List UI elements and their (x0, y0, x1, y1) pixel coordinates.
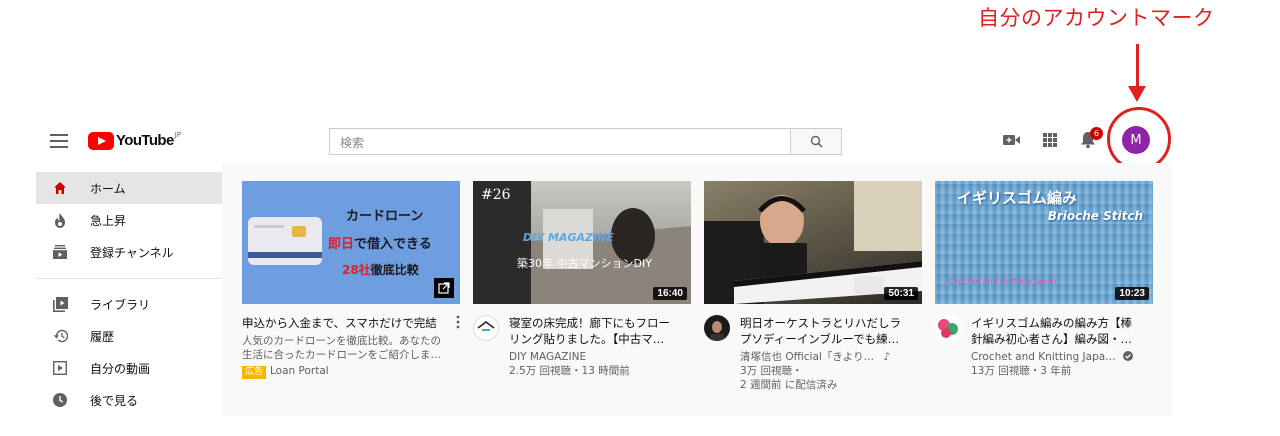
channel-row: 清塚信也 Official「きより… ♪ (740, 350, 901, 364)
external-link-icon[interactable] (434, 278, 454, 298)
thumb-text-line2: 即日で借入できる (328, 233, 432, 252)
ad-badge: 広告 (242, 366, 267, 379)
video-stats: 3万 回視聴・ (740, 365, 803, 377)
annotation-arrow-head (1128, 86, 1146, 102)
video-thumbnail[interactable]: #26 DIY MAGAZINE 築30年 中古マンションDIY 16:40 (473, 181, 691, 304)
sidebar-item-label: 履歴 (90, 329, 115, 344)
sidebar-item-label: 後で見る (90, 393, 139, 408)
video-meta: 寝室の床完成！廊下にもフロー リング貼りました。【中古マ… DIY MAGAZI… (473, 315, 691, 378)
video-meta: 明日オーケストラとリハだしラ プソディーインブルーでも練… 清塚信也 Offic… (704, 315, 922, 392)
video-card[interactable]: イギリスゴム編み Brioche Stitch Crochet and Knit… (935, 181, 1153, 378)
watch-later-icon (52, 392, 68, 408)
sidebar-divider (36, 278, 222, 279)
video-stats: 13万 回視聴・3 年前 (971, 365, 1072, 377)
video-title[interactable]: 明日オーケストラとリハだしラ (740, 315, 901, 331)
channel-avatar[interactable] (935, 315, 961, 341)
video-thumbnail[interactable]: イギリスゴム編み Brioche Stitch Crochet and Knit… (935, 181, 1153, 304)
history-icon (52, 328, 68, 344)
thumb-title: イギリスゴム編み (957, 189, 1078, 207)
library-icon (52, 296, 68, 312)
video-thumbnail[interactable]: カードローン 即日で借入できる 28社徹底比較 (242, 181, 460, 304)
youtube-play-icon (88, 132, 114, 150)
sidebar-item-subscriptions[interactable]: 登録チャンネル (36, 236, 222, 268)
sidebar-item-label: 自分の動画 (90, 361, 151, 376)
video-card-ad[interactable]: カードローン 即日で借入できる 28社徹底比較 申込から入金まで、スマホだけで完… (242, 181, 460, 379)
logo-region: JP (174, 131, 182, 139)
logo-text: YouTube (116, 132, 174, 149)
sidebar-item-label: ライブラリ (90, 297, 151, 312)
video-title[interactable]: 寝室の床完成！廊下にもフロー (509, 315, 670, 331)
thumb-caption: 築30年 中古マンションDIY (517, 257, 652, 270)
menu-icon[interactable] (50, 134, 68, 148)
video-duration: 50:31 (884, 287, 918, 300)
thumb-footer: Crochet and Knitting Japan (949, 277, 1057, 286)
video-card[interactable]: #26 DIY MAGAZINE 築30年 中古マンションDIY 16:40 寝… (473, 181, 691, 378)
search-button[interactable] (790, 128, 842, 155)
channel-name[interactable]: Crochet and Knitting Japa… (971, 351, 1116, 363)
create-video-icon[interactable] (1003, 134, 1020, 146)
video-title-cont[interactable]: 針編み初心者さん】編み図・… (971, 331, 1133, 347)
notification-count-badge: 6 (1090, 127, 1103, 140)
verified-badge-icon (1123, 351, 1134, 361)
sidebar-item-your-videos[interactable]: 自分の動画 (36, 352, 222, 384)
channel-avatar[interactable] (473, 315, 499, 341)
channel-avatar[interactable] (704, 315, 730, 341)
video-title-cont[interactable]: プソディーインブルーでも練… (740, 331, 901, 347)
thumb-subtitle: Brioche Stitch (1047, 209, 1143, 223)
video-title[interactable]: 申込から入金まで、スマホだけで完結 (242, 315, 442, 331)
sidebar-item-home[interactable]: ホーム (36, 172, 222, 204)
subscriptions-icon (52, 244, 68, 260)
sidebar-item-library[interactable]: ライブラリ (36, 288, 222, 320)
video-meta: イギリスゴム編みの編み方【棒 針編み初心者さん】編み図・… Crochet an… (935, 315, 1153, 378)
music-note-icon: ♪ (883, 351, 891, 363)
annotation-arrow (1136, 44, 1139, 88)
sidebar-item-trending[interactable]: 急上昇 (36, 204, 222, 236)
annotation-label: 自分のアカウントマーク (978, 6, 1215, 30)
ad-description: 人気のカードローンを徹底比較。あなたの (242, 335, 441, 347)
thumb-text: カードローン (346, 209, 424, 224)
thumb-text: 徹底比較 (370, 263, 419, 277)
thumb-brand: DIY MAGAZINE (523, 231, 614, 244)
more-options-icon[interactable] (456, 315, 460, 329)
video-thumbnail[interactable]: 50:31 (704, 181, 922, 304)
thumb-text-line3: 28社徹底比較 (342, 261, 419, 278)
video-meta: 申込から入金まで、スマホだけで完結 人気のカードローンを徹底比較。あなたの 生活… (242, 315, 460, 379)
thumb-text: で借入できる (354, 237, 432, 252)
video-card[interactable]: 50:31 明日オーケストラとリハだしラ プソディーインブルーでも練… 清塚信也… (704, 181, 922, 392)
ad-description: 生活に合ったカードローンをご紹介しま… (242, 349, 441, 361)
video-duration: 16:40 (653, 287, 687, 300)
channel-row: Crochet and Knitting Japa… (971, 350, 1134, 364)
youtube-logo[interactable]: YouTube JP (88, 130, 181, 152)
thumb-text-emphasis: 即日 (328, 237, 355, 252)
video-stats: 2.5万 回視聴・13 時間前 (509, 365, 630, 377)
account-avatar[interactable]: M (1122, 126, 1150, 154)
sidebar-item-label: 急上昇 (90, 213, 127, 228)
sidebar-item-watch-later[interactable]: 後で見る (36, 384, 222, 416)
thumb-text-emphasis: 28社 (342, 263, 371, 277)
advertiser-name[interactable]: Loan Portal (270, 365, 329, 377)
video-title-cont[interactable]: リング貼りました。【中古マ… (509, 331, 670, 347)
video-title[interactable]: イギリスゴム編みの編み方【棒 (971, 315, 1133, 331)
episode-number: #26 (481, 187, 511, 203)
search-input[interactable]: 検索 (329, 128, 791, 155)
your-videos-icon (52, 360, 68, 376)
channel-name[interactable]: 清塚信也 Official「きより… (740, 351, 874, 363)
flame-icon (52, 212, 68, 228)
sidebar-item-label: ホーム (90, 181, 126, 196)
apps-icon[interactable] (1043, 133, 1057, 147)
video-stats-cont: 2 週間前 に配信済み (740, 379, 838, 391)
video-duration: 10:23 (1115, 287, 1149, 300)
ad-source: 広告 Loan Portal (242, 364, 442, 379)
sidebar-item-label: 登録チャンネル (90, 245, 174, 260)
pianist-photo (704, 181, 922, 304)
channel-name[interactable]: DIY MAGAZINE (509, 350, 670, 364)
home-icon (52, 180, 68, 196)
sidebar-item-history[interactable]: 履歴 (36, 320, 222, 352)
search-icon (810, 135, 823, 148)
